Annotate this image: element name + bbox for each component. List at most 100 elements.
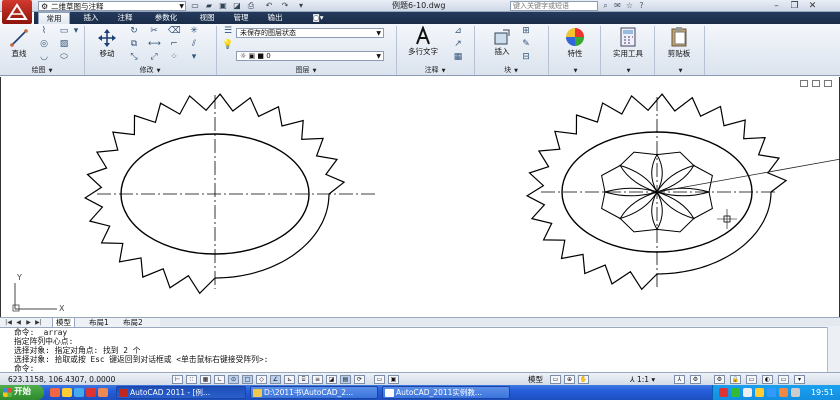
rectangle-icon[interactable]: ▭ (58, 26, 70, 37)
help-icon[interactable]: ? (636, 0, 647, 12)
tray-icon[interactable] (731, 388, 740, 397)
tab-output[interactable]: 输出 (262, 12, 288, 24)
save-as-icon[interactable]: ◪ (232, 1, 242, 11)
workspace-switch-button[interactable]: ⚙ (690, 375, 701, 384)
status-menu-button[interactable]: ▾ (794, 375, 805, 384)
tray-icon[interactable] (779, 388, 788, 397)
hardware-acceleration-button[interactable]: ▭ (746, 375, 757, 384)
light-bulb-icon[interactable]: 💡 (222, 40, 234, 51)
insert-button[interactable]: 插入 (488, 28, 516, 57)
snap-mode-button[interactable]: ∷ (186, 375, 197, 384)
isolate-objects-button[interactable]: ◐ (762, 375, 773, 384)
taskbar-item-folder[interactable]: D:\2011书\AutoCAD_2... (250, 386, 378, 399)
redo-icon[interactable]: ↷ (280, 1, 290, 11)
tray-icon[interactable] (743, 388, 752, 397)
drawing-canvas[interactable]: Y X (0, 77, 840, 317)
polar-tracking-button[interactable]: ⊙ (228, 375, 239, 384)
polyline-icon[interactable]: ⌇ (38, 26, 50, 37)
tab-home[interactable]: 常用 (38, 12, 70, 24)
properties-button[interactable]: 特性 (558, 26, 592, 59)
mtext-button[interactable]: 多行文字 (402, 26, 444, 57)
quicklaunch-icon[interactable] (62, 388, 72, 397)
plot-icon[interactable]: ⎙ (246, 1, 256, 11)
first-layout-icon[interactable]: |◀ (4, 319, 13, 327)
open-file-icon[interactable]: ▰ (204, 1, 214, 11)
create-block-icon[interactable]: ⊞ (520, 26, 532, 37)
viewport-minimize-icon[interactable] (800, 80, 808, 87)
scale-icon[interactable]: ⤢ (148, 52, 160, 63)
tab-parametric[interactable]: 参数化 (146, 12, 186, 24)
tab-annotate[interactable]: 注释 (112, 12, 138, 24)
quick-properties-button[interactable]: ▤ (340, 375, 351, 384)
next-layout-icon[interactable]: ▶ (24, 319, 33, 327)
command-window[interactable]: 命令: _array 指定阵列中心点: 选择对象: 指定对角点: 找到 2 个 … (0, 327, 827, 373)
save-icon[interactable]: ▣ (218, 1, 228, 11)
move-button[interactable]: 移动 (90, 28, 124, 59)
close-button[interactable]: ✕ (806, 0, 819, 12)
tab-view[interactable]: 视图 (194, 12, 220, 24)
ortho-mode-button[interactable]: ∟ (214, 375, 225, 384)
minimize-button[interactable]: – (770, 0, 783, 12)
new-file-icon[interactable]: ▭ (190, 1, 200, 11)
lock-icon[interactable]: 🔒 (730, 375, 741, 384)
dynamic-input-button[interactable]: ⌸ (298, 375, 309, 384)
layer-properties-icon[interactable]: ☰ (222, 26, 234, 37)
array-icon[interactable]: ⁘ (168, 52, 180, 63)
stretch-icon[interactable]: ⤡ (128, 52, 140, 63)
object-snap-tracking-button[interactable]: ∠ (270, 375, 281, 384)
last-layout-icon[interactable]: ▶| (34, 319, 43, 327)
start-button[interactable]: 开始 (0, 385, 44, 400)
ellipse-icon[interactable]: ⬭ (58, 52, 70, 63)
draw-panel-label[interactable]: 绘图 ▼ (0, 66, 84, 75)
utilities-button[interactable]: 实用工具 (608, 26, 648, 59)
utilities-panel-expander[interactable]: ▼ (600, 66, 654, 75)
selection-cycling-button[interactable]: ⟳ (354, 375, 365, 384)
block-panel-label[interactable]: 块 ▼ (474, 66, 548, 75)
quicklaunch-icon[interactable] (86, 388, 96, 397)
prev-layout-icon[interactable]: ◀ (14, 319, 23, 327)
quicklaunch-icon[interactable] (98, 388, 108, 397)
erase-icon[interactable]: ⌫ (168, 26, 181, 37)
undo-icon[interactable]: ↶ (264, 1, 274, 11)
edit-block-icon[interactable]: ✎ (520, 39, 532, 50)
trim-icon[interactable]: ✂ (148, 26, 160, 37)
modify-more-icon[interactable]: ▾ (188, 52, 200, 63)
taskbar-item-document[interactable]: AutoCAD_2011实例教... (382, 386, 510, 399)
favorites-icon[interactable]: ☆ (624, 0, 635, 12)
layer-state-dropdown[interactable]: 未保存的图层状态 ▼ (236, 28, 384, 38)
tab-manage[interactable]: 管理 (228, 12, 254, 24)
ribbon-minimize-toggle[interactable]: ◙▾ (308, 12, 328, 24)
quick-view-layouts-button[interactable]: ▭ (374, 375, 385, 384)
transparency-button[interactable]: ◪ (326, 375, 337, 384)
fillet-icon[interactable]: ⌐ (168, 39, 180, 50)
clipboard-panel-expander[interactable]: ▼ (654, 66, 704, 75)
tray-icon[interactable] (755, 388, 764, 397)
dimension-icon[interactable]: ⊿ (452, 26, 464, 37)
offset-icon[interactable]: ⫽ (188, 39, 200, 50)
gear-icon[interactable]: ⚙ (714, 375, 725, 384)
grid-display-button[interactable]: ▦ (200, 375, 211, 384)
3d-object-snap-button[interactable]: ◇ (256, 375, 267, 384)
modify-panel-label[interactable]: 修改 ▼ (84, 66, 216, 75)
draw-more-icon[interactable]: ▾ (70, 26, 82, 37)
explode-icon[interactable]: ✳ (188, 26, 200, 37)
infer-constraints-button[interactable]: ⊢ (172, 375, 183, 384)
pan-button[interactable]: ✋ (578, 375, 589, 384)
quick-view-drawings-button[interactable]: ▣ (388, 375, 399, 384)
command-window-scrollbar[interactable] (827, 327, 840, 372)
properties-panel-expander[interactable]: ▼ (548, 66, 600, 75)
rotate-icon[interactable]: ↻ (128, 26, 140, 37)
arc-icon[interactable]: ◡ (38, 52, 50, 63)
layers-panel-label[interactable]: 图层 ▼ (216, 66, 396, 75)
search-input[interactable]: 键入关键字或短语 (510, 1, 598, 11)
lineweight-button[interactable]: ≡ (312, 375, 323, 384)
paper-model-toggle[interactable]: ▭ (550, 375, 561, 384)
quicklaunch-icon[interactable] (74, 388, 84, 397)
circle-icon[interactable]: ◎ (38, 39, 50, 50)
tray-icon[interactable] (767, 388, 776, 397)
object-snap-button[interactable]: □ (242, 375, 253, 384)
toolbar-dropdown-icon[interactable]: ▾ (296, 1, 306, 11)
clipboard-button[interactable]: 剪贴板 (662, 26, 696, 59)
annotation-visibility-button[interactable]: ⅄ (674, 375, 685, 384)
clean-screen-button[interactable]: ▭ (778, 375, 789, 384)
